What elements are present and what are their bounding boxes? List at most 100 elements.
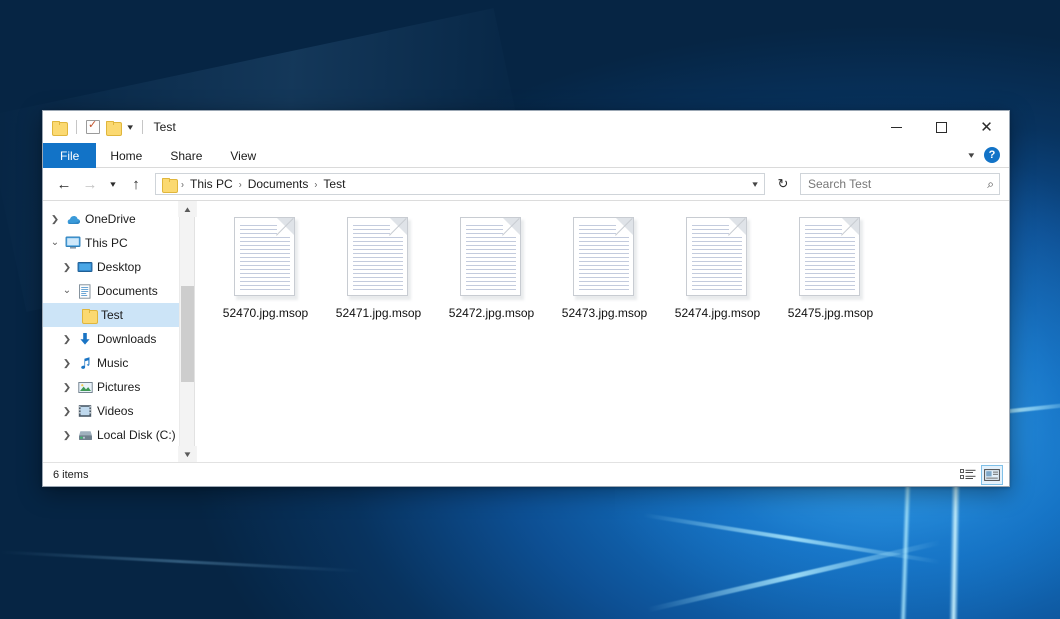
chevron-down-icon[interactable]: ⌄ bbox=[47, 238, 63, 248]
scroll-down-icon[interactable]: ▼ bbox=[178, 446, 197, 462]
file-name: 52473.jpg.msop bbox=[560, 305, 649, 322]
details-view-button[interactable] bbox=[957, 465, 979, 485]
recent-locations-button[interactable]: ▾ bbox=[102, 172, 124, 196]
sidebar-item-test[interactable]: Test bbox=[43, 303, 179, 327]
file-name: 52471.jpg.msop bbox=[334, 305, 423, 322]
sidebar-item-label: Downloads bbox=[95, 332, 156, 346]
chevron-down-icon[interactable]: ▾ bbox=[127, 123, 133, 132]
sidebar-item-label: Documents bbox=[95, 284, 158, 298]
chevron-down-icon[interactable]: ⌄ bbox=[59, 286, 75, 296]
ribbon-right-controls: ▾ ? bbox=[969, 143, 1009, 167]
item-count-label: 6 items bbox=[53, 469, 88, 481]
chevron-right-icon[interactable]: ❯ bbox=[58, 359, 76, 368]
view-toggle-group bbox=[957, 465, 1003, 485]
chevron-right-icon[interactable]: ❯ bbox=[58, 431, 76, 440]
file-name: 52470.jpg.msop bbox=[221, 305, 310, 322]
search-icon[interactable]: ⌕ bbox=[987, 177, 994, 192]
download-icon bbox=[75, 332, 95, 347]
desktop: ▾ Test ✕ File Home Share View bbox=[0, 0, 1060, 619]
file-item[interactable]: 52472.jpg.msop bbox=[435, 215, 548, 333]
sidebar-item-desktop[interactable]: ❯ Desktop bbox=[43, 255, 179, 279]
sidebar-item-pictures[interactable]: ❯ Pictures bbox=[43, 375, 179, 399]
file-name: 52472.jpg.msop bbox=[447, 305, 536, 322]
music-icon bbox=[75, 356, 95, 371]
sidebar-item-label: This PC bbox=[83, 236, 128, 250]
search-box[interactable]: ⌕ bbox=[800, 173, 1000, 195]
chevron-right-icon[interactable]: ❯ bbox=[46, 215, 64, 224]
file-list-view[interactable]: 52470.jpg.msop 52471.jpg.msop bbox=[195, 201, 1009, 462]
breadcrumb-item-documents[interactable]: Documents bbox=[244, 174, 313, 194]
sidebar-scrollbar[interactable]: ▲ ▼ bbox=[179, 201, 194, 462]
scroll-up-icon[interactable]: ▲ bbox=[178, 201, 197, 217]
file-item[interactable]: 52474.jpg.msop bbox=[661, 215, 774, 333]
file-item[interactable]: 52473.jpg.msop bbox=[548, 215, 661, 333]
ribbon-tab-bar: File Home Share View ▾ ? bbox=[43, 143, 1009, 168]
breadcrumb-separator: › bbox=[237, 179, 244, 190]
tab-file[interactable]: File bbox=[43, 143, 96, 168]
folder-glyph bbox=[82, 309, 97, 322]
tab-share[interactable]: Share bbox=[156, 143, 216, 168]
minimize-button[interactable] bbox=[874, 111, 919, 143]
maximize-icon bbox=[936, 122, 947, 133]
sidebar-item-videos[interactable]: ❯ bbox=[43, 399, 179, 423]
breadcrumb[interactable]: › This PC › Documents › Test ▾ bbox=[155, 173, 765, 195]
sidebar-item-label: OneDrive bbox=[83, 212, 136, 226]
refresh-button[interactable]: ↻ bbox=[772, 173, 794, 195]
sidebar-item-documents[interactable]: ⌄ Documents bbox=[43, 279, 179, 303]
sidebar-item-label: Music bbox=[95, 356, 128, 370]
folder-icon[interactable] bbox=[52, 121, 67, 134]
chevron-right-icon[interactable]: ❯ bbox=[58, 407, 76, 416]
expand-ribbon-icon[interactable]: ▾ bbox=[969, 150, 975, 161]
tab-home[interactable]: Home bbox=[96, 143, 156, 168]
sidebar-item-this-pc[interactable]: ⌄ This PC bbox=[43, 231, 179, 255]
breadcrumb-item-test[interactable]: Test bbox=[319, 174, 349, 194]
properties-icon[interactable] bbox=[86, 120, 100, 134]
monitor-icon bbox=[63, 236, 83, 250]
quick-access-toolbar: ▾ bbox=[52, 120, 146, 134]
breadcrumb-tail: ▾ bbox=[753, 179, 760, 190]
chevron-right-icon[interactable]: ❯ bbox=[58, 383, 76, 392]
new-folder-icon[interactable] bbox=[106, 121, 121, 134]
scrollbar-thumb[interactable] bbox=[181, 286, 194, 382]
window-title: Test bbox=[154, 120, 176, 134]
maximize-button[interactable] bbox=[919, 111, 964, 143]
toolbar-divider bbox=[142, 120, 143, 134]
sidebar-item-music[interactable]: ❯ Music bbox=[43, 351, 179, 375]
desktop-icon bbox=[75, 261, 95, 274]
back-button[interactable]: ← bbox=[52, 172, 76, 196]
explorer-body: ❯ OneDrive ⌄ bbox=[43, 200, 1009, 462]
chevron-right-icon[interactable]: ❯ bbox=[58, 263, 76, 272]
sidebar-item-local-disk-c[interactable]: ❯ Local Disk (C:) bbox=[43, 423, 179, 447]
file-item[interactable]: 52475.jpg.msop bbox=[774, 215, 887, 333]
document-icon bbox=[573, 217, 637, 299]
tab-view[interactable]: View bbox=[216, 143, 270, 168]
toolbar-divider bbox=[76, 120, 77, 134]
title-bar: ▾ Test ✕ bbox=[43, 111, 1009, 143]
documents-icon bbox=[75, 284, 95, 299]
sidebar-item-downloads[interactable]: ❯ Downloads bbox=[43, 327, 179, 351]
minimize-icon bbox=[891, 127, 902, 128]
sidebar-item-onedrive[interactable]: ❯ OneDrive bbox=[43, 207, 179, 231]
forward-button: → bbox=[78, 172, 102, 196]
scrollbar-track[interactable] bbox=[180, 217, 195, 446]
search-input[interactable] bbox=[808, 177, 983, 191]
folder-tree: ❯ OneDrive ⌄ bbox=[43, 201, 179, 462]
videos-icon bbox=[75, 404, 95, 418]
folder-icon bbox=[79, 309, 99, 322]
sidebar-item-label: Local Disk (C:) bbox=[95, 428, 176, 442]
status-bar: 6 items bbox=[43, 462, 1009, 486]
sidebar-item-label: Test bbox=[99, 308, 123, 322]
up-button[interactable]: ↑ bbox=[124, 172, 148, 196]
close-button[interactable]: ✕ bbox=[964, 111, 1009, 143]
file-explorer-window: ▾ Test ✕ File Home Share View bbox=[42, 110, 1010, 487]
previous-locations-icon[interactable]: ▾ bbox=[753, 179, 761, 190]
document-icon bbox=[460, 217, 524, 299]
breadcrumb-item-this-pc[interactable]: This PC bbox=[186, 174, 237, 194]
file-item[interactable]: 52470.jpg.msop bbox=[209, 215, 322, 333]
large-icons-view-button[interactable] bbox=[981, 465, 1003, 485]
sidebar-item-label: Desktop bbox=[95, 260, 141, 274]
sidebar-item-label: Videos bbox=[95, 404, 133, 418]
file-item[interactable]: 52471.jpg.msop bbox=[322, 215, 435, 333]
chevron-right-icon[interactable]: ❯ bbox=[58, 335, 76, 344]
help-icon[interactable]: ? bbox=[984, 147, 1000, 163]
